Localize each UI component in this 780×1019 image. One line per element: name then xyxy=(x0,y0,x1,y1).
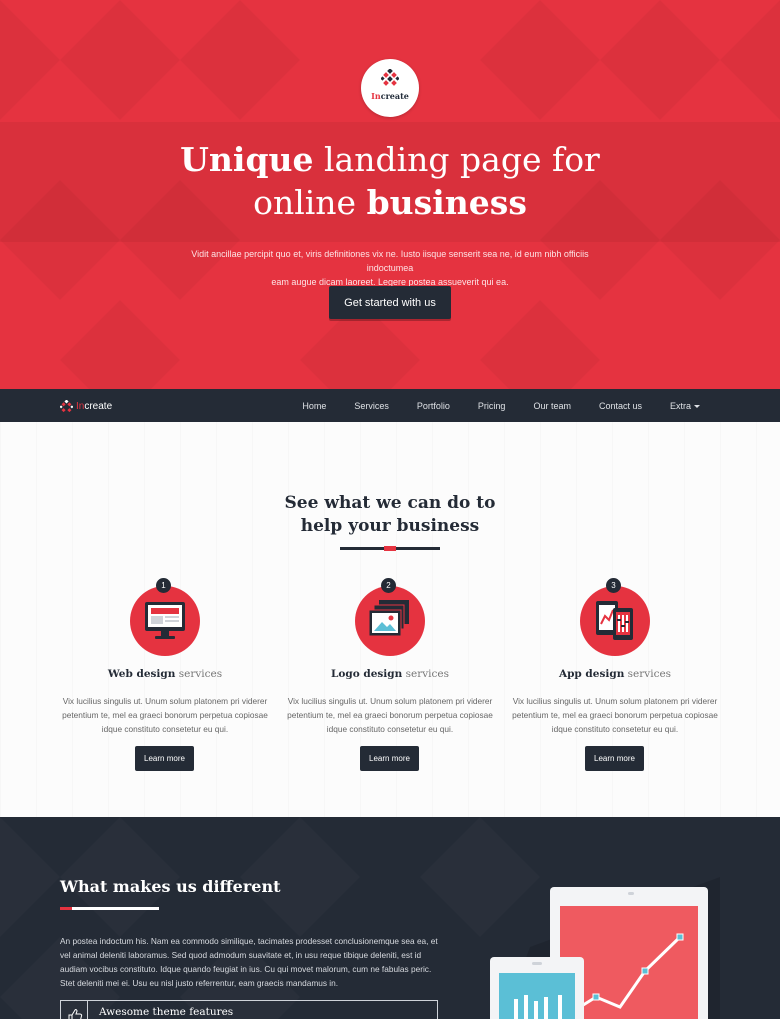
logo-mark-icon xyxy=(381,69,399,86)
devices-illustration xyxy=(490,877,720,1019)
service-icon-circle xyxy=(130,586,200,656)
monitor-icon xyxy=(145,602,185,639)
services-title: See what we can do to help your business xyxy=(284,493,496,536)
learn-more-button-logo-design[interactable]: Learn more xyxy=(360,746,419,771)
different-title-divider xyxy=(60,907,159,910)
service-description: Vix lucilius singulis ut. Unum solum pla… xyxy=(287,696,493,734)
mobile-devices-icon xyxy=(596,601,633,640)
hero-section: Increate Unique landing page for online … xyxy=(0,0,780,389)
service-number-badge: 1 xyxy=(156,578,171,593)
nav-item-pricing[interactable]: Pricing xyxy=(478,401,506,411)
different-title: What makes us different xyxy=(60,877,281,896)
service-number-badge: 3 xyxy=(606,578,621,593)
service-description: Vix lucilius singulis ut. Unum solum pla… xyxy=(512,696,718,734)
nav-item-extra-label: Extra xyxy=(669,400,691,411)
different-section: What makes us different An postea indoct… xyxy=(0,817,780,1019)
service-name: App design services xyxy=(558,668,672,680)
brand-mark-icon xyxy=(60,399,73,412)
image-stack-icon xyxy=(368,600,409,637)
services-title-divider xyxy=(340,546,440,551)
service-icon-circle xyxy=(355,586,425,656)
feature-accordion-item[interactable]: Awesome theme features xyxy=(60,1000,438,1019)
main-navbar: Increate Home Services Portfolio Pricing… xyxy=(0,389,780,422)
nav-item-portfolio[interactable]: Portfolio xyxy=(417,401,450,411)
thumbs-up-icon xyxy=(68,1009,83,1019)
navbar-brand[interactable]: Increate xyxy=(60,398,112,414)
nav-item-contact-us[interactable]: Contact us xyxy=(599,401,642,411)
caret-down-icon xyxy=(694,404,700,408)
get-started-button[interactable]: Get started with us xyxy=(329,286,451,319)
service-name: Web design services xyxy=(107,668,223,680)
services-section: See what we can do to help your business… xyxy=(0,422,780,817)
nav-menu: Home Services Portfolio Pricing Our team… xyxy=(274,389,700,422)
hero-subtitle: Vidit ancillae percipit quo et, viris de… xyxy=(191,249,589,287)
service-name: Logo design services xyxy=(330,668,450,680)
brand-name: Increate xyxy=(76,400,113,412)
service-number-badge: 2 xyxy=(381,578,396,593)
nav-item-services[interactable]: Services xyxy=(354,401,389,411)
nav-item-extra-dropdown[interactable]: Extra xyxy=(670,401,700,411)
hero-title: Unique landing page for online business xyxy=(180,140,600,222)
feature-icon-box xyxy=(61,1001,88,1019)
different-paragraph: An postea indoctum his. Nam ea commodo s… xyxy=(60,936,438,988)
learn-more-button-web-design[interactable]: Learn more xyxy=(135,746,194,771)
service-description: Vix lucilius singulis ut. Unum solum pla… xyxy=(62,696,268,734)
nav-item-our-team[interactable]: Our team xyxy=(533,401,571,411)
service-icon-circle xyxy=(580,586,650,656)
hero-logo[interactable]: Increate xyxy=(361,59,419,117)
learn-more-button-app-design[interactable]: Learn more xyxy=(585,746,644,771)
feature-label: Awesome theme features xyxy=(99,1006,234,1018)
logo-text: Increate xyxy=(371,91,409,101)
nav-item-home[interactable]: Home xyxy=(302,401,326,411)
